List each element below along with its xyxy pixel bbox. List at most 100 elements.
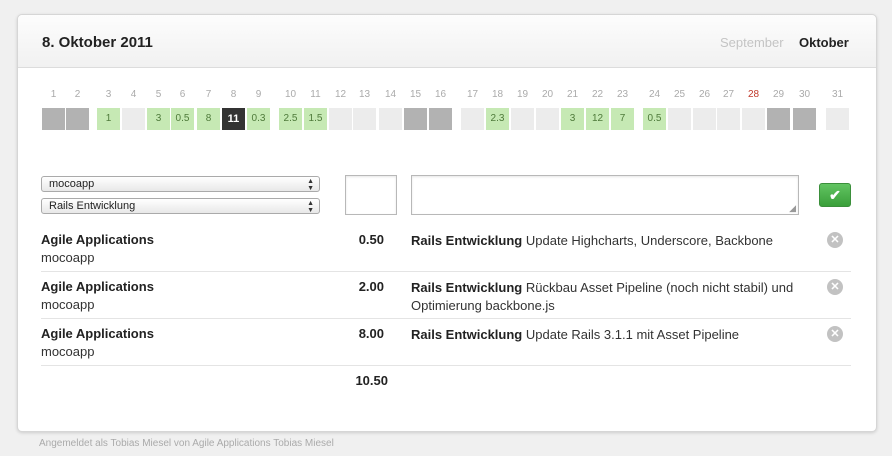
total-hours: 10.50 — [355, 373, 388, 388]
day-number: 20 — [541, 89, 554, 100]
entry-hours[interactable]: 2.00 — [337, 279, 384, 294]
day-cell-30[interactable] — [793, 108, 816, 130]
day-number: 12 — [334, 89, 347, 100]
day-number: 14 — [384, 89, 397, 100]
day-cell-28[interactable] — [742, 108, 765, 130]
day-number: 3 — [105, 89, 112, 100]
day-number: 31 — [831, 89, 844, 100]
day-number: 21 — [566, 89, 579, 100]
day-cell-31[interactable] — [826, 108, 849, 130]
task-select[interactable]: Rails Entwicklung ▲ ▼ — [41, 198, 320, 214]
day-number: 7 — [205, 89, 212, 100]
day-cell-11[interactable]: 1.5 — [304, 108, 327, 130]
day-cell-8[interactable]: 11 — [222, 108, 245, 130]
entry-customer: Agile Applications — [41, 232, 154, 247]
day-cell-1[interactable] — [42, 108, 65, 130]
description-textarea[interactable]: ◢ — [411, 175, 799, 215]
day-number: 4 — [130, 89, 137, 100]
panel-header: 8. Oktober 2011 September Oktober — [18, 15, 876, 68]
footer-login-info: Angemeldet als Tobias Miesel von Agile A… — [39, 438, 334, 449]
day-cell-2[interactable] — [66, 108, 89, 130]
day-cell-23[interactable]: 7 — [611, 108, 634, 130]
day-number: 9 — [255, 89, 262, 100]
day-cell-16[interactable] — [429, 108, 452, 130]
entry-description[interactable]: Rails Entwicklung Update Rails 3.1.1 mit… — [411, 326, 811, 344]
day-cell-10[interactable]: 2.5 — [279, 108, 302, 130]
entry-project: mocoapp — [41, 344, 95, 359]
resize-handle-icon[interactable]: ◢ — [789, 204, 796, 213]
submit-entry-button[interactable]: ✔ — [819, 183, 851, 207]
day-cell-3[interactable]: 1 — [97, 108, 120, 130]
day-number: 5 — [155, 89, 162, 100]
select-arrows-icon: ▲ ▼ — [307, 178, 314, 192]
entry-project: mocoapp — [41, 297, 95, 312]
day-number: 18 — [491, 89, 504, 100]
entry-text: Update Highcharts, Underscore, Backbone — [525, 233, 774, 248]
day-number: 2 — [74, 89, 81, 100]
entry-text: Update Rails 3.1.1 mit Asset Pipeline — [525, 327, 740, 342]
entry-hours[interactable]: 0.50 — [337, 232, 384, 247]
day-number: 10 — [284, 89, 297, 100]
day-number: 28 — [747, 89, 760, 100]
day-number: 30 — [798, 89, 811, 100]
check-icon: ✔ — [829, 187, 841, 203]
day-cell-22[interactable]: 12 — [586, 108, 609, 130]
day-number: 24 — [648, 89, 661, 100]
entry-description[interactable]: Rails Entwicklung Rückbau Asset Pipeline… — [411, 279, 811, 315]
day-number: 26 — [698, 89, 711, 100]
day-cell-4[interactable] — [122, 108, 145, 130]
day-cell-6[interactable]: 0.5 — [171, 108, 194, 130]
row-divider — [41, 318, 851, 319]
entry-description[interactable]: Rails Entwicklung Update Highcharts, Und… — [411, 232, 811, 250]
day-cell-27[interactable] — [717, 108, 740, 130]
day-cell-17[interactable] — [461, 108, 484, 130]
entry-customer: Agile Applications — [41, 326, 154, 341]
day-number: 22 — [591, 89, 604, 100]
day-cell-19[interactable] — [511, 108, 534, 130]
day-cell-9[interactable]: 0.3 — [247, 108, 270, 130]
day-cell-21[interactable]: 3 — [561, 108, 584, 130]
day-number: 1 — [50, 89, 57, 100]
day-number: 19 — [516, 89, 529, 100]
day-cell-14[interactable] — [379, 108, 402, 130]
day-number: 15 — [409, 89, 422, 100]
day-cell-26[interactable] — [693, 108, 716, 130]
day-number: 25 — [673, 89, 686, 100]
delete-entry-icon[interactable]: ✕ — [827, 326, 843, 342]
day-cell-18[interactable]: 2.3 — [486, 108, 509, 130]
prev-month-link[interactable]: September — [720, 35, 784, 50]
day-number: 11 — [310, 89, 321, 100]
entry-customer: Agile Applications — [41, 279, 154, 294]
day-number: 8 — [230, 89, 237, 100]
day-cell-12[interactable] — [329, 108, 352, 130]
day-number: 16 — [434, 89, 447, 100]
entry-hours[interactable]: 8.00 — [337, 326, 384, 341]
day-number: 6 — [179, 89, 186, 100]
page-title: 8. Oktober 2011 — [42, 34, 153, 51]
day-cell-29[interactable] — [767, 108, 790, 130]
select-arrows-icon: ▲ ▼ — [307, 200, 314, 214]
entry-task: Rails Entwicklung — [411, 233, 523, 248]
customer-select[interactable]: mocoapp ▲ ▼ — [41, 176, 320, 192]
row-divider — [41, 365, 851, 366]
day-cell-24[interactable]: 0.5 — [643, 108, 666, 130]
day-number: 17 — [466, 89, 479, 100]
row-divider — [41, 271, 851, 272]
day-cell-15[interactable] — [404, 108, 427, 130]
day-cell-5[interactable]: 3 — [147, 108, 170, 130]
hours-input[interactable] — [345, 175, 397, 215]
entry-project: mocoapp — [41, 250, 95, 265]
delete-entry-icon[interactable]: ✕ — [827, 279, 843, 295]
day-cell-25[interactable] — [668, 108, 691, 130]
day-cell-13[interactable] — [353, 108, 376, 130]
day-number: 23 — [616, 89, 629, 100]
delete-entry-icon[interactable]: ✕ — [827, 232, 843, 248]
day-cell-7[interactable]: 8 — [197, 108, 220, 130]
current-month-link[interactable]: Oktober — [799, 35, 849, 50]
entry-task: Rails Entwicklung — [411, 327, 523, 342]
day-number: 29 — [772, 89, 785, 100]
day-number: 13 — [358, 89, 371, 100]
time-tracking-panel: 8. Oktober 2011 September Oktober — [17, 14, 877, 432]
day-number: 27 — [722, 89, 735, 100]
day-cell-20[interactable] — [536, 108, 559, 130]
